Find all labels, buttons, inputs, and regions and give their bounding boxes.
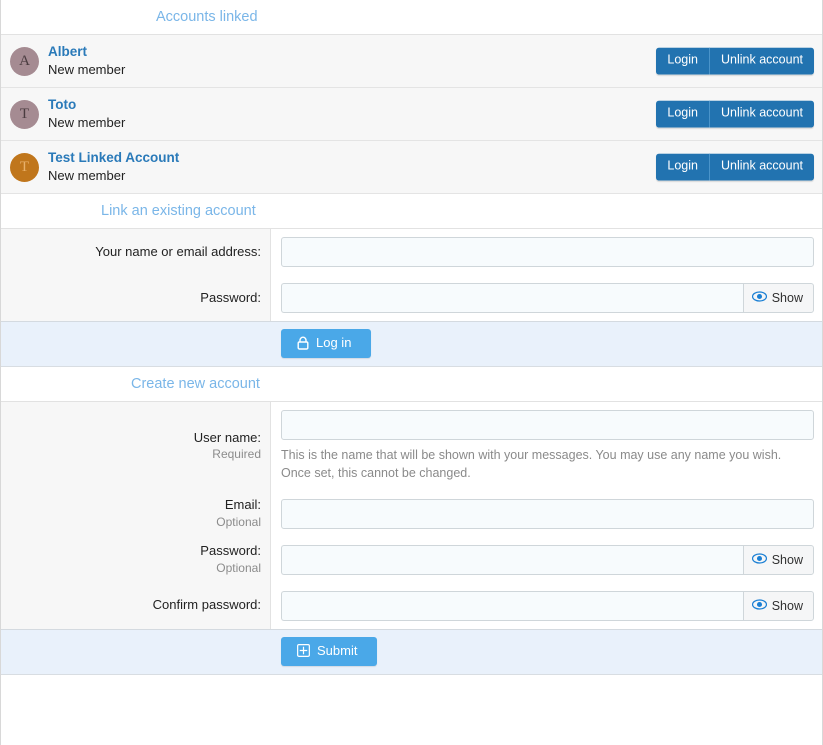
new-password-field-cell: Show (271, 536, 822, 583)
new-password-input[interactable] (281, 544, 743, 575)
account-actions: Login Unlink account (656, 100, 814, 128)
email-field-cell (271, 490, 822, 537)
new-password-row: Password: Optional Show (1, 536, 822, 583)
new-password-input-group: Show (281, 544, 814, 575)
username-required-note: Required (212, 447, 261, 462)
login-button[interactable]: Login (656, 153, 709, 181)
eye-icon (751, 598, 767, 613)
linked-accounts-list: A Albert New member Login Unlink account T Tot… (1, 35, 822, 194)
unlink-account-button[interactable]: Unlink account (709, 153, 814, 181)
confirm-password-label-cell: Confirm password: (1, 582, 271, 629)
eye-icon (751, 291, 767, 305)
login-name-row: Your name or email address: (1, 229, 822, 275)
new-password-label: Password: (200, 543, 261, 559)
confirm-password-field-cell: Show (271, 582, 822, 629)
submit-button-label: Submit (317, 642, 358, 658)
login-button[interactable]: Login (656, 47, 709, 75)
new-password-show-button[interactable]: Show (742, 544, 814, 575)
username-input[interactable] (281, 410, 814, 441)
login-action-bar: Log in (1, 321, 822, 368)
account-name-link[interactable]: Albert (48, 44, 125, 61)
email-input[interactable] (281, 498, 814, 529)
create-account-action-bar: Submit (1, 628, 822, 675)
create-account-form: User name: Required This is the name tha… (1, 402, 822, 629)
unlink-account-button[interactable]: Unlink account (709, 100, 814, 128)
submit-button[interactable]: Submit (281, 636, 378, 666)
username-label-cell: User name: Required (1, 402, 271, 491)
account-text: Albert New member (48, 44, 125, 78)
email-optional-note: Optional (216, 514, 261, 529)
account-actions: Login Unlink account (656, 47, 814, 75)
username-help-text: This is the name that will be shown with… (281, 448, 782, 481)
confirm-password-input-group: Show (281, 590, 814, 621)
account-status: New member (48, 167, 126, 183)
unlink-account-button[interactable]: Unlink account (709, 47, 814, 75)
login-name-label: Your name or email address: (95, 243, 261, 259)
login-password-row: Password: Show (1, 275, 822, 321)
plus-square-icon (297, 644, 310, 658)
avatar: A (10, 46, 39, 76)
confirm-password-row: Confirm password: Show (1, 582, 822, 629)
login-name-input[interactable] (281, 237, 814, 267)
account-actions: Login Unlink account (656, 153, 814, 181)
login-password-label: Password: (200, 289, 261, 305)
account-text: Toto New member (48, 97, 125, 131)
login-password-label-cell: Password: (1, 275, 271, 321)
eye-icon (751, 552, 767, 567)
username-field-cell: This is the name that will be shown with… (271, 402, 822, 491)
log-in-button-label: Log in (316, 335, 352, 350)
username-row: User name: Required This is the name tha… (1, 402, 822, 491)
new-password-show-label: Show (771, 552, 803, 567)
account-status: New member (48, 114, 126, 130)
link-existing-account-header: Link an existing account (1, 194, 822, 229)
login-password-field-cell: Show (271, 275, 822, 321)
linked-account-row: A Albert New member Login Unlink account (1, 35, 822, 88)
email-row: Email: Optional (1, 490, 822, 537)
account-name-link[interactable]: Test Linked Account (48, 150, 179, 167)
account-name-link[interactable]: Toto (48, 97, 125, 114)
new-password-label-cell: Password: Optional (1, 536, 271, 583)
avatar: T (10, 99, 39, 129)
lock-icon (297, 336, 309, 350)
account-status: New member (48, 61, 126, 77)
linked-account-row: T Toto New member Login Unlink account (1, 88, 822, 141)
username-label: User name: (193, 430, 261, 446)
avatar: T (10, 152, 39, 182)
new-password-optional-note: Optional (216, 560, 261, 575)
confirm-password-show-label: Show (771, 598, 803, 613)
log-in-button[interactable]: Log in (281, 329, 372, 359)
login-name-label-cell: Your name or email address: (1, 229, 271, 275)
account-management-page: Accounts linked A Albert New member Login Un… (0, 0, 823, 745)
create-new-account-header: Create new account (1, 367, 822, 403)
login-form: Your name or email address: Password: Sh… (1, 229, 822, 321)
login-password-show-button[interactable]: Show (742, 283, 814, 313)
confirm-password-show-button[interactable]: Show (742, 590, 814, 621)
login-password-show-label: Show (771, 291, 803, 305)
login-password-input-group: Show (281, 283, 814, 313)
confirm-password-label: Confirm password: (152, 597, 261, 613)
linked-account-row: T Test Linked Account New member Login Unlin… (1, 141, 822, 194)
email-label-cell: Email: Optional (1, 490, 271, 537)
accounts-linked-header: Accounts linked (1, 0, 822, 35)
login-password-input[interactable] (281, 283, 743, 313)
login-button[interactable]: Login (656, 100, 709, 128)
confirm-password-input[interactable] (281, 590, 743, 621)
email-label: Email: (224, 497, 261, 513)
login-name-field-cell (271, 229, 822, 275)
account-text: Test Linked Account New member (48, 150, 179, 184)
